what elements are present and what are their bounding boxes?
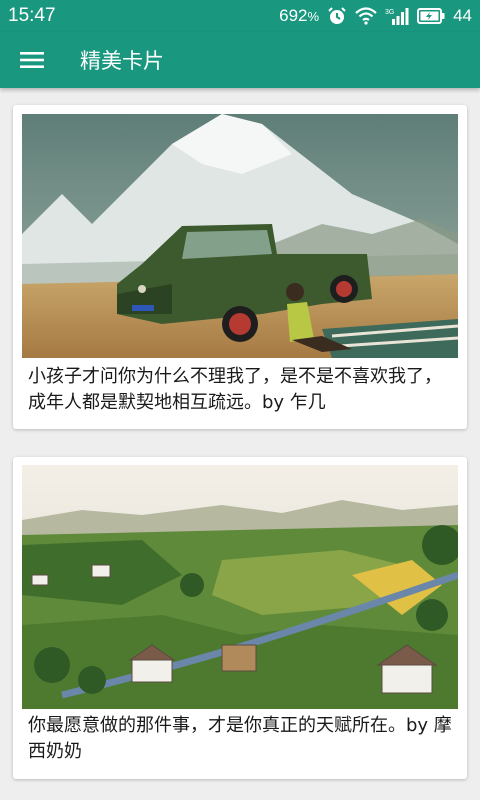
status-time: 15:47 (8, 5, 56, 26)
battery-level: 44 (453, 6, 472, 25)
wifi-icon (355, 7, 377, 25)
status-icons: 692% 3G 44 (279, 6, 472, 26)
menu-button[interactable] (2, 32, 62, 88)
svg-text:3G: 3G (385, 9, 394, 16)
card-list[interactable]: 小孩子才问你为什么不理我了，是不是不喜欢我了，成年人都是默契地相互疏远。by 乍… (0, 88, 480, 800)
alarm-icon (327, 6, 347, 26)
battery-icon (417, 8, 445, 24)
card-quote: 小孩子才问你为什么不理我了，是不是不喜欢我了，成年人都是默契地相互疏远。by 乍… (28, 366, 442, 413)
network-speed: 692% (279, 6, 320, 25)
status-bar: 15:47 692% 3G 44 (0, 0, 480, 32)
card-image (22, 114, 458, 358)
card[interactable]: 小孩子才问你为什么不理我了，是不是不喜欢我了，成年人都是默契地相互疏远。by 乍… (13, 105, 467, 429)
hamburger-menu-icon (20, 52, 44, 68)
card-quote: 你最愿意做的那件事，才是你真正的天赋所在。by 摩西奶奶 (28, 715, 452, 762)
card-image (22, 465, 458, 709)
app-title: 精美卡片 (80, 49, 164, 73)
signal-icon: 3G (385, 7, 409, 25)
card[interactable]: 你最愿意做的那件事，才是你真正的天赋所在。by 摩西奶奶 (13, 457, 467, 779)
app-bar: 精美卡片 (0, 32, 480, 88)
